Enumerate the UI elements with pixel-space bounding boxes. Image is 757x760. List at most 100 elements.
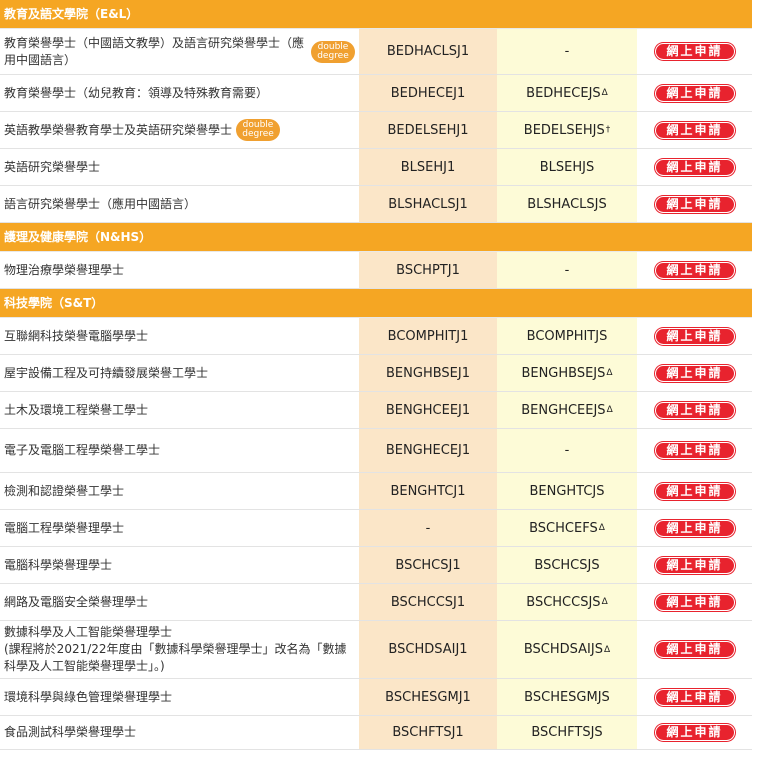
apply-cell: 網上申請 (637, 75, 752, 111)
code2-text: BEDHECEJS (526, 85, 601, 101)
table-row: 環境科學與綠色管理榮譽理學士 BSCHESGMJ1 BSCHESGMJS 網上申… (0, 679, 752, 716)
programme-code-nonjupas: BENGHTCJS (497, 473, 637, 509)
table-row: 電子及電腦工程學榮譽工學士 BENGHECEJ1 - 網上申請 (0, 429, 752, 473)
double-degree-badge: double degree (236, 119, 281, 141)
section-header-el: 教育及語文學院（E&L） (0, 0, 752, 29)
table-row: 網路及電腦安全榮譽理學士 BSCHCCSJ1 BSCHCCSJS Δ 網上申請 (0, 584, 752, 621)
programme-name: 教育榮譽學士（中國語文教學）及語言研究榮譽學士（應用中國語言） double de… (0, 29, 359, 74)
apply-online-button[interactable]: 網上申請 (654, 556, 735, 574)
programme-name-text: 食品測試科學榮譽理學士 (4, 725, 137, 739)
apply-online-button[interactable]: 網上申請 (654, 195, 735, 213)
apply-cell: 網上申請 (637, 547, 752, 583)
programme-name: 電腦科學榮譽理學士 (0, 547, 359, 583)
apply-cell: 網上申請 (637, 149, 752, 185)
code2-text: BENGHCEEJS (521, 402, 606, 418)
apply-online-button[interactable]: 網上申請 (654, 593, 735, 611)
programme-name-text: 語言研究榮譽學士（應用中國語言） (4, 196, 197, 211)
apply-online-button[interactable]: 網上申請 (654, 261, 735, 279)
programme-code-jupas: BENGHECEJ1 (359, 429, 497, 472)
apply-online-button[interactable]: 網上申請 (654, 327, 735, 345)
code2-text: BSCHCEFS (529, 520, 598, 536)
apply-online-button[interactable]: 網上申請 (654, 364, 735, 382)
apply-cell: 網上申請 (637, 252, 752, 288)
code2-text: BEDELSEHJS (523, 122, 605, 138)
programme-name-text: 互聯網科技榮譽電腦學學士 (4, 328, 149, 343)
programme-name: 英語研究榮譽學士 (0, 149, 359, 185)
programme-name-text: 環境科學與綠色管理榮譽理學士 (4, 689, 173, 704)
table-row: 物理治療學榮譽理學士 BSCHPTJ1 - 網上申請 (0, 252, 752, 289)
apply-online-button[interactable]: 網上申請 (654, 641, 735, 658)
programme-code-nonjupas: BSCHCCSJS Δ (497, 584, 637, 620)
apply-cell: 網上申請 (637, 355, 752, 391)
programme-code-nonjupas: BSCHCEFS Δ (497, 510, 637, 546)
apply-online-button[interactable]: 網上申請 (654, 482, 735, 500)
apply-online-button[interactable]: 網上申請 (654, 84, 735, 102)
programme-name: 環境科學與綠色管理榮譽理學士 (0, 679, 359, 715)
table-row: 屋宇設備工程及可持續發展榮譽工學士 BENGHBSEJ1 BENGHBSEJS Δ… (0, 355, 752, 392)
apply-online-button[interactable]: 網上申請 (654, 442, 735, 459)
programme-code-jupas: BSCHCSJ1 (359, 547, 497, 583)
programme-name: 電腦工程學榮譽理學士 (0, 510, 359, 546)
double-degree-text: degree (242, 129, 274, 139)
programme-code-jupas: BLSHACLSJ1 (359, 186, 497, 222)
programme-code-nonjupas: BCOMPHITJS (497, 318, 637, 354)
code2-text: BLSHACLSJS (527, 196, 607, 212)
programme-name-text: 電子及電腦工程學榮譽工學士 (4, 443, 161, 457)
table-row: 英語教學榮譽教育學士及英語研究榮譽學士 double degree BEDELSE… (0, 112, 752, 149)
apply-cell: 網上申請 (637, 510, 752, 546)
apply-online-button[interactable]: 網上申請 (654, 43, 735, 60)
code2-text: BCOMPHITJS (526, 328, 608, 344)
programme-code-nonjupas: BSCHESGMJS (497, 679, 637, 715)
programme-code-nonjupas: BEDELSEHJS † (497, 112, 637, 148)
programme-code-jupas: BEDHACLSJ1 (359, 29, 497, 74)
programme-name-text: 電腦工程學榮譽理學士 (4, 520, 125, 535)
programme-code-nonjupas: BSCHCSJS (497, 547, 637, 583)
table-row: 教育榮譽學士（幼兒教育：領導及特殊教育需要） BEDHECEJ1 BEDHECE… (0, 75, 752, 112)
note-mark: Δ (606, 405, 613, 415)
apply-online-button[interactable]: 網上申請 (654, 724, 735, 741)
programme-code-jupas: BCOMPHITJ1 (359, 318, 497, 354)
note-mark: Δ (598, 523, 605, 533)
apply-online-button[interactable]: 網上申請 (654, 121, 735, 139)
code2-text: - (564, 44, 570, 59)
programme-code-jupas: BENGHBSEJ1 (359, 355, 497, 391)
programme-code-jupas: - (359, 510, 497, 546)
apply-online-button[interactable]: 網上申請 (654, 519, 735, 537)
apply-online-button[interactable]: 網上申請 (654, 688, 735, 706)
programme-name-text: 電腦科學榮譽理學士 (4, 557, 113, 572)
programme-name: 食品測試科學榮譽理學士 (0, 716, 359, 749)
section-header-nhs: 護理及健康學院（N&HS） (0, 223, 752, 252)
programme-name: 檢測和認證榮譽工學士 (0, 473, 359, 509)
table-row: 檢測和認證榮譽工學士 BENGHTCJ1 BENGHTCJS 網上申請 (0, 473, 752, 510)
double-degree-badge: double degree (311, 40, 355, 63)
apply-cell: 網上申請 (637, 29, 752, 74)
apply-cell: 網上申請 (637, 473, 752, 509)
code2-text: BENGHBSEJS (521, 365, 606, 381)
code2-text: BSCHCSJS (534, 557, 600, 573)
code2-text: BSCHFTSJS (531, 725, 603, 740)
programme-code-jupas: BEDELSEHJ1 (359, 112, 497, 148)
programme-code-jupas: BSCHCCSJ1 (359, 584, 497, 620)
double-degree-text: degree (317, 50, 349, 61)
programme-code-nonjupas: BLSEHJS (497, 149, 637, 185)
programme-name-text: 英語教學榮譽教育學士及英語研究榮譽學士 (4, 122, 233, 137)
programme-name-text: 網路及電腦安全榮譽理學士 (4, 594, 149, 609)
table-row: 土木及環境工程榮譽工學士 BENGHCEEJ1 BENGHCEEJS Δ 網上申請 (0, 392, 752, 429)
programme-code-nonjupas: - (497, 252, 637, 288)
note-mark: Δ (601, 88, 608, 98)
note-mark: Δ (606, 368, 613, 378)
code2-text: - (564, 443, 570, 458)
code2-text: BENGHTCJS (529, 483, 605, 499)
apply-cell: 網上申請 (637, 716, 752, 749)
code2-text: BSCHDSAIJS (523, 642, 603, 657)
programme-name-text: 屋宇設備工程及可持續發展榮譽工學士 (4, 365, 209, 380)
programme-name: 數據科學及人工智能榮譽理學士 (課程將於2021/22年度由「數據科學榮譽理學士… (0, 621, 359, 678)
apply-online-button[interactable]: 網上申請 (654, 158, 735, 176)
table-row: 數據科學及人工智能榮譽理學士 (課程將於2021/22年度由「數據科學榮譽理學士… (0, 621, 752, 679)
programme-code-jupas: BSCHPTJ1 (359, 252, 497, 288)
programme-name: 電子及電腦工程學榮譽工學士 (0, 429, 359, 472)
programme-name: 語言研究榮譽學士（應用中國語言） (0, 186, 359, 222)
programme-name-text: 物理治療學榮譽理學士 (4, 262, 125, 277)
apply-online-button[interactable]: 網上申請 (654, 401, 735, 419)
programme-code-jupas: BSCHDSAIJ1 (359, 621, 497, 678)
